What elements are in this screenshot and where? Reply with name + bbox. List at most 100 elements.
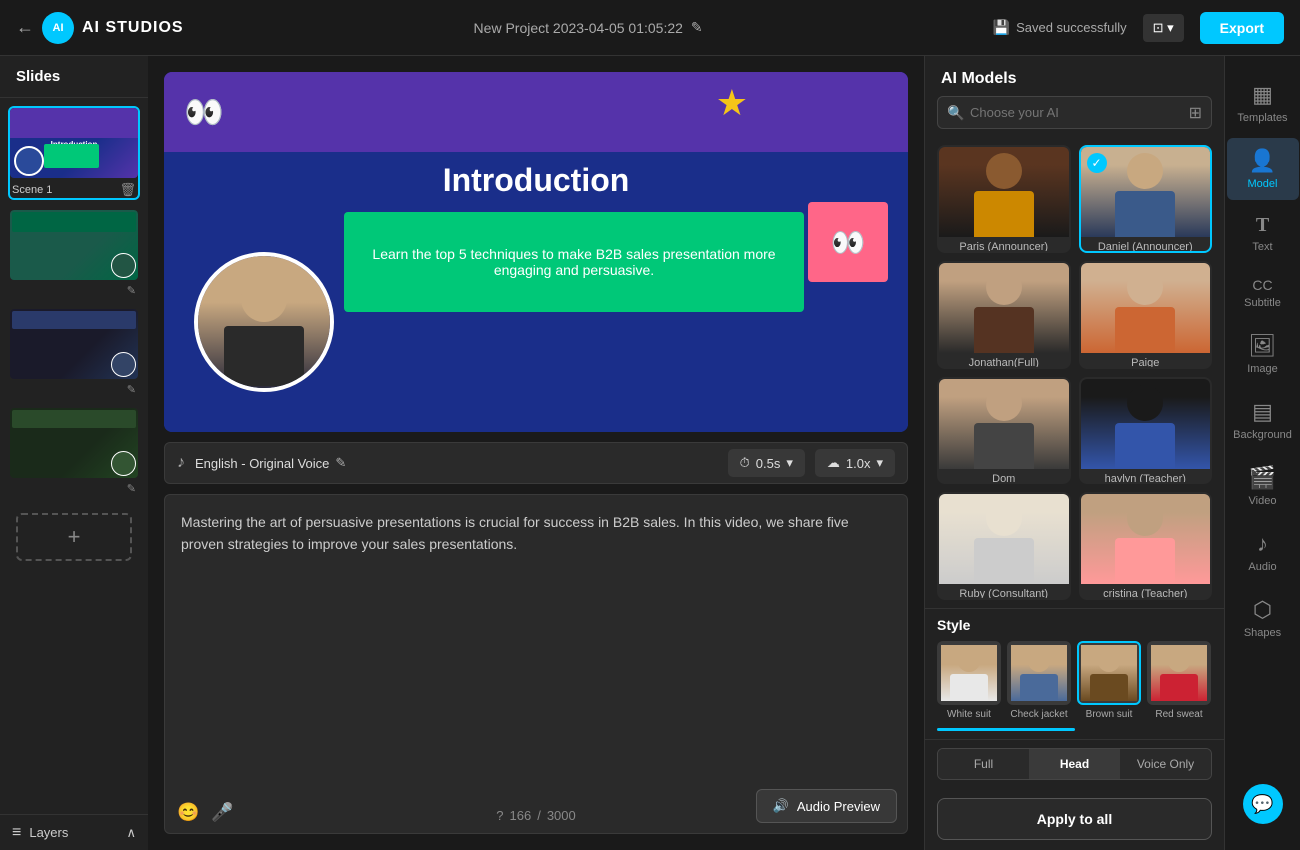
chat-icon: 💬 [1251,794,1273,815]
emoji-button[interactable]: 😊 [177,802,199,823]
audio-icon: ♪ [1257,531,1268,557]
avatar-head [241,276,287,322]
slide-delete-1[interactable]: 🗑 [119,182,136,198]
slide-thumb-1: Introduction [10,108,138,178]
model-card-haylyn[interactable]: haylyn (Teacher) [1079,377,1213,485]
model-card-jonathan[interactable]: Jonathan(Full) (Consultant) [937,261,1071,369]
model-card-paris[interactable]: Paris (Announcer) [937,145,1071,253]
style-card-check[interactable]: Check jacket [1007,641,1071,720]
edit-project-icon[interactable]: ✎ [691,19,703,36]
voice-edit-icon[interactable]: ✎ [335,455,346,471]
model-label-jonathan: Jonathan(Full) (Consultant) [939,353,1069,369]
sidebar-item-text[interactable]: T Text [1227,204,1299,263]
search-icon: 🔍 [947,104,964,121]
style-label-check: Check jacket [1007,709,1071,720]
slide-thumb-4 [10,408,138,478]
mic-button[interactable]: 🎤 [211,802,233,823]
sidebar-item-shapes[interactable]: ⬡ Shapes [1227,587,1299,649]
style-label-red: Red sweat [1147,709,1211,720]
slides-panel: Slides Introduction Scene 1 🗑 [0,56,148,850]
help-icon[interactable]: ? [496,808,503,823]
style-card-brown[interactable]: Brown suit [1077,641,1141,720]
ai-search-input[interactable] [937,96,1212,129]
style-img-check [1007,641,1071,705]
ai-panel-title: AI Models [925,56,1224,96]
voice-language: English - Original Voice ✎ [195,455,718,471]
chat-button[interactable]: 💬 [1243,784,1283,824]
topbar: ← AI AI STUDIOS New Project 2023-04-05 0… [0,0,1300,56]
position-full-button[interactable]: Full [938,749,1029,779]
export-button[interactable]: Export [1200,12,1284,44]
saved-status: 💾 Saved successfully [993,19,1127,36]
slide-item-1[interactable]: Introduction Scene 1 🗑 [8,106,140,200]
slide-item-2[interactable]: ✎ [8,208,140,299]
model-img-haylyn [1081,379,1211,469]
sidebar-item-subtitle[interactable]: CC Subtitle [1227,267,1299,319]
apply-to-all-button[interactable]: Apply to all [937,798,1212,840]
slide-4-label: ✎ [10,478,138,495]
back-button[interactable]: ← [16,17,34,38]
image-icon: 🖼 [1249,333,1277,359]
logo-text: AI STUDIOS [82,19,184,37]
slide-edit-2[interactable]: ✎ [127,284,136,297]
model-img-jonathan [939,263,1069,353]
timing-icon: ⏱ [740,455,750,471]
model-label-dom: Dom [939,469,1069,485]
position-head-button[interactable]: Head [1029,749,1120,779]
text-icon: T [1256,214,1269,237]
speed-button[interactable]: ☁ 1.0x ▾ [815,449,895,477]
back-icon: ← [16,17,34,38]
text-content: Mastering the art of persuasive presenta… [165,495,907,572]
position-voice-button[interactable]: Voice Only [1120,749,1211,779]
sidebar-item-video[interactable]: 🎬 Video [1227,455,1299,517]
avatar-body [224,326,304,386]
layers-bar[interactable]: ≡ Layers ∧ [0,814,148,850]
canvas-eyes-icon: 👀 [184,93,224,131]
sidebar-item-image[interactable]: 🖼 Image [1227,323,1299,385]
style-img-red [1147,641,1211,705]
model-card-dom[interactable]: Dom [937,377,1071,485]
templates-icon: ▦ [1252,82,1273,108]
model-card-paige[interactable]: Paige [1079,261,1213,369]
sidebar-item-background[interactable]: ▤ Background [1227,389,1299,451]
model-label-haylyn: haylyn (Teacher) [1081,469,1211,485]
canvas-subtitle: Learn the top 5 techniques to make B2B s… [364,246,784,278]
model-card-ruby[interactable]: Ruby (Consultant) [937,492,1071,600]
timing-button[interactable]: ⏱ 0.5s ▾ [728,449,805,477]
sidebar-item-model[interactable]: 👤 Model [1227,138,1299,200]
audio-preview-button[interactable]: 🔊 Audio Preview [756,789,897,823]
canvas-star-icon: ★ [716,82,748,124]
slide-thumb-3 [10,309,138,379]
slide-edit-4[interactable]: ✎ [127,482,136,495]
style-card-white[interactable]: White suit [937,641,1001,720]
canvas-pink-box: 👀 [808,202,888,282]
slide-item-3[interactable]: ✎ [8,307,140,398]
style-card-red[interactable]: Red sweat [1147,641,1211,720]
canvas-green-box: Learn the top 5 techniques to make B2B s… [344,212,804,312]
model-card-daniel[interactable]: ✓ Daniel (Announcer) [1079,145,1213,253]
filter-icon[interactable]: ⊞ [1189,103,1202,123]
style-title: Style [937,617,1212,633]
sidebar-item-audio[interactable]: ♪ Audio [1227,521,1299,583]
slide-edit-3[interactable]: ✎ [127,383,136,396]
slide-item-4[interactable]: ✎ [8,406,140,497]
speed-icon: ☁ [827,455,840,471]
avatar-image [198,256,330,388]
add-slide-button[interactable]: + [16,513,132,561]
model-label-paige: Paige [1081,353,1211,369]
slide-thumb-2 [10,210,138,280]
sidebar-item-templates[interactable]: ▦ Templates [1227,72,1299,134]
canvas-pink-icon: 👀 [831,226,866,259]
model-card-cristina[interactable]: cristina (Teacher) [1079,492,1213,600]
canvas-area: 👀 ★ Introduction Learn the top 5 techniq… [148,56,924,850]
audio-preview-icon: 🔊 [773,798,789,814]
slide-2-label: ✎ [10,280,138,297]
layers-chevron: ∧ [126,825,136,841]
models-grid: Paris (Announcer) ✓ Daniel (Announcer) [925,137,1224,608]
voice-bar: ♪ English - Original Voice ✎ ⏱ 0.5s ▾ ☁ … [164,442,908,484]
style-label-brown: Brown suit [1077,709,1141,720]
topbar-center: New Project 2023-04-05 01:05:22 ✎ [474,19,703,36]
view-button[interactable]: ⊡ ▾ [1143,14,1184,42]
slide-canvas: 👀 ★ Introduction Learn the top 5 techniq… [164,72,908,432]
right-icons-panel: ▦ Templates 👤 Model T Text CC Subtitle 🖼… [1224,56,1300,850]
